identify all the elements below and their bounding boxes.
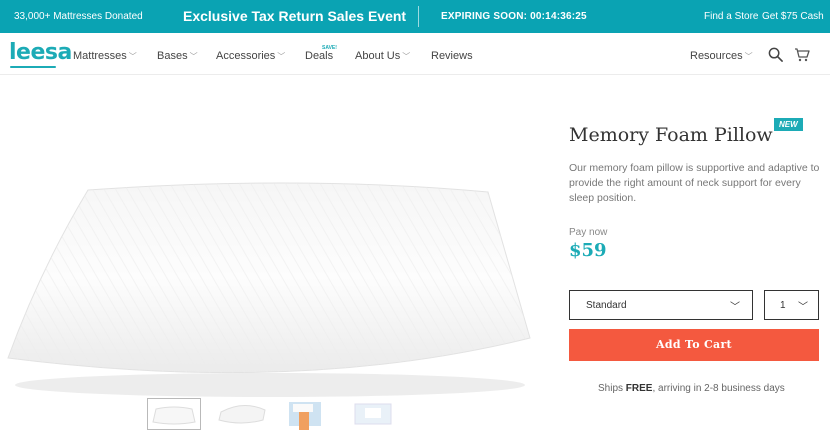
thumbnail-1[interactable]	[147, 398, 201, 430]
product-title: Memory Foam Pillow	[569, 124, 773, 146]
leesa-logo[interactable]: leesa	[9, 40, 72, 68]
cart-icon[interactable]	[794, 47, 810, 62]
logo-text: leesa	[9, 40, 72, 65]
chevron-down-icon: ﹀	[730, 302, 740, 313]
thumbnail-4[interactable]	[351, 398, 405, 430]
chevron-down-icon: ﹀	[744, 52, 753, 61]
size-select[interactable]: Standard ﹀	[569, 290, 753, 320]
main-nav: leesa Mattresses ﹀ Bases ﹀ Accessories ﹀ SA…	[0, 33, 830, 75]
nav-item-about-us[interactable]: About Us ﹀	[355, 50, 410, 62]
nav-item-label: Resources	[690, 50, 743, 62]
sales-event-title[interactable]: Exclusive Tax Return Sales Event	[183, 8, 406, 24]
product-description: Our memory foam pillow is supportive and…	[569, 162, 820, 204]
shipping-suffix: , arriving in 2-8 business days	[652, 383, 785, 394]
nav-item-label: Deals	[305, 50, 334, 62]
nav-item-deals[interactable]: Deals	[305, 50, 333, 62]
chevron-down-icon: ﹀	[402, 52, 411, 61]
new-badge: NEW	[774, 118, 803, 131]
nav-item-mattresses[interactable]: Mattresses ﹀	[73, 50, 137, 62]
logo-underline	[10, 66, 56, 68]
nav-item-accessories[interactable]: Accessories ﹀	[216, 50, 285, 62]
add-to-cart-button[interactable]: Add To Cart	[569, 329, 819, 361]
promo-divider	[418, 6, 419, 27]
size-select-value: Standard	[586, 300, 627, 311]
nav-item-label: Bases	[157, 50, 188, 62]
chevron-down-icon: ﹀	[128, 52, 137, 61]
shipping-prefix: Ships	[598, 383, 626, 394]
countdown-timer: EXPIRING SOON: 00:14:36:25	[441, 11, 587, 22]
shipping-free: FREE	[625, 383, 653, 394]
get-cash-link[interactable]: Get $75 Cash	[762, 11, 824, 22]
quantity-select[interactable]: 1 ﹀	[764, 290, 819, 320]
quantity-select-value: 1	[780, 300, 786, 311]
nav-item-bases[interactable]: Bases ﹀	[157, 50, 198, 62]
pillow-image	[7, 182, 531, 397]
shipping-info: Ships FREE, arriving in 2-8 business day…	[598, 383, 785, 394]
thumbnail-3[interactable]	[285, 398, 339, 430]
pay-now-label: Pay now	[569, 227, 608, 238]
nav-item-label: Accessories	[216, 50, 276, 62]
product-price: $59	[569, 240, 607, 261]
chevron-down-icon: ﹀	[798, 302, 808, 313]
promo-bar: 33,000+ Mattresses Donated Exclusive Tax…	[0, 0, 830, 33]
nav-item-resources[interactable]: Resources ﹀	[690, 50, 753, 62]
find-store-link[interactable]: Find a Store	[704, 11, 758, 22]
nav-item-label: Mattresses	[73, 50, 127, 62]
chevron-down-icon: ﹀	[189, 52, 198, 61]
search-icon[interactable]	[768, 47, 783, 62]
thumbnail-2[interactable]	[215, 398, 269, 430]
chevron-down-icon: ﹀	[277, 52, 286, 61]
nav-item-label: Reviews	[431, 50, 473, 62]
nav-item-reviews[interactable]: Reviews	[431, 50, 473, 62]
nav-item-label: About Us	[355, 50, 401, 62]
donated-link[interactable]: 33,000+ Mattresses Donated	[14, 11, 143, 22]
